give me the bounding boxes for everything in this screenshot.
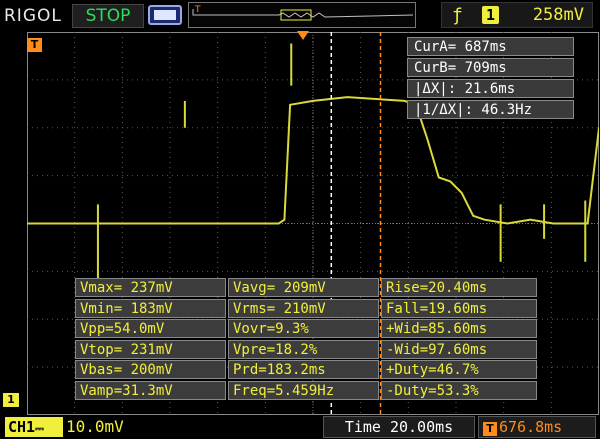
measurement-cell: Freq=5.459Hz — [228, 380, 379, 400]
measurement-cell: Fall=19.60ms — [381, 298, 537, 318]
measurement-cell: Rise=20.40ms — [381, 278, 537, 297]
measurement-cell: -Wid=97.60ms — [381, 339, 537, 359]
measurement-cell: Vrms= 210mV — [228, 298, 379, 318]
measurement-cell: Vbas= 200mV — [75, 360, 226, 379]
cursor-inverse-delta-x-readout: |1/ΔX|: 46.3Hz — [407, 100, 574, 119]
usb-storage-icon — [148, 5, 182, 25]
measurement-cell: +Duty=46.7% — [381, 360, 537, 379]
brand-logo: RIGOL — [4, 6, 62, 26]
measurement-cell: Vtop= 231mV — [75, 339, 226, 359]
cursor-b-readout: CurB= 709ms — [407, 58, 574, 77]
run-stop-indicator[interactable]: STOP — [72, 4, 144, 28]
measurement-cell: +Wid=85.60ms — [381, 319, 537, 338]
measurement-cell: Vpre=18.2% — [228, 339, 379, 359]
trigger-offset-icon: T — [483, 422, 497, 436]
timebase-readout[interactable]: Time 20.00ms — [323, 416, 475, 438]
memory-overview-trace: T — [192, 5, 414, 21]
channel1-scale: 10.0mV — [66, 417, 124, 436]
measurement-cell: Vpp=54.0mV — [75, 319, 226, 338]
channel1-label[interactable]: CH1⎓ — [5, 417, 63, 437]
measurement-cell: Vamp=31.3mV — [75, 380, 226, 400]
cursor-delta-x-readout: |ΔX|: 21.6ms — [407, 79, 574, 98]
memory-overview: T — [188, 2, 416, 28]
measurement-cell: Vovr=9.3% — [228, 319, 379, 338]
measurement-cell: -Duty=53.3% — [381, 380, 537, 400]
trigger-level-marker: T — [27, 38, 42, 52]
measurement-table: Vmax= 237mV Vavg= 209mV Rise=20.40ms Vmin= … — [75, 278, 537, 400]
measurement-cell: Vavg= 209mV — [228, 278, 379, 297]
dc-coupling-icon: ⎓ — [35, 422, 44, 435]
channel1-ground-marker: 1 — [3, 393, 19, 407]
cursor-a-readout: CurA= 687ms — [407, 37, 574, 56]
trigger-status[interactable]: ƒ 1 258mV — [441, 2, 593, 28]
trigger-channel-badge: 1 — [482, 6, 499, 24]
cursor-readout: CurA= 687ms CurB= 709ms |ΔX|: 21.6ms |1/… — [407, 37, 574, 119]
trigger-position-marker — [297, 30, 309, 44]
measurement-cell: Vmax= 237mV — [75, 278, 226, 297]
rising-edge-icon: ƒ — [452, 5, 463, 26]
top-status-bar: RIGOL STOP T ƒ 1 258mV — [0, 0, 600, 32]
svg-text:T: T — [194, 5, 201, 15]
trigger-offset[interactable]: T 676.8ms — [478, 416, 596, 438]
measurement-cell: Prd=183.2ms — [228, 360, 379, 379]
bottom-status-bar: CH1⎓ 10.0mV Time 20.00ms T 676.8ms — [0, 415, 600, 439]
trigger-level: 258mV — [532, 5, 584, 25]
measurement-cell: Vmin= 183mV — [75, 298, 226, 318]
